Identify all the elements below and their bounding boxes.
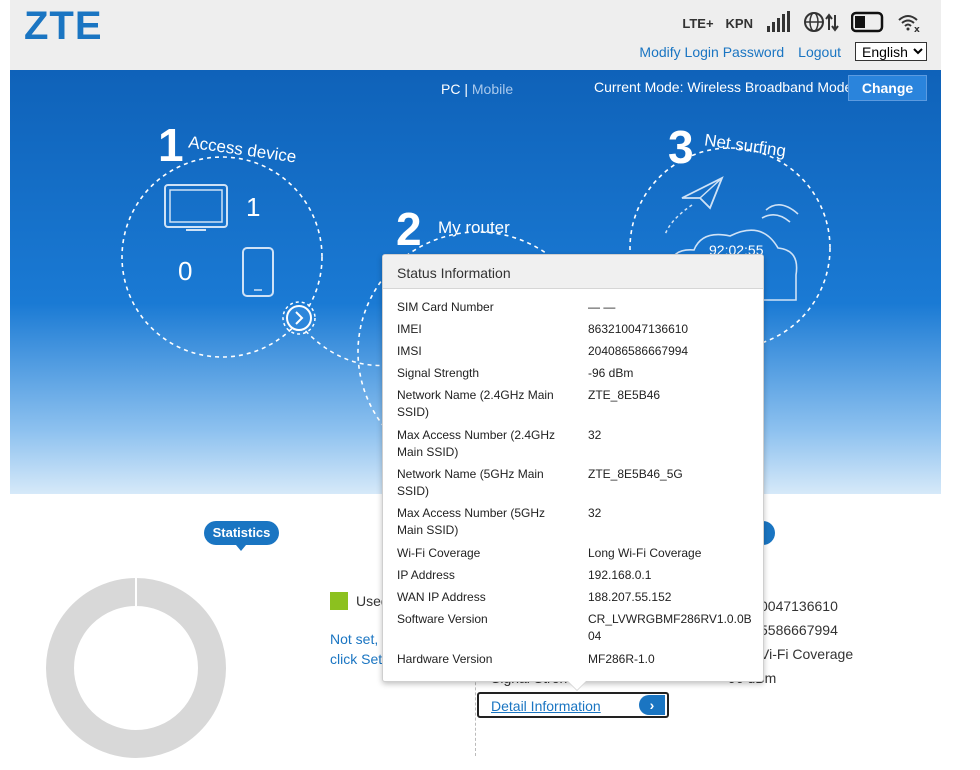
coverage-value-partial: Vi-Fi Coverage [760,646,854,662]
click-settings-link[interactable]: click Sett [330,651,386,667]
change-mode-button[interactable]: Change [848,75,927,101]
row-key: IP Address [397,568,455,582]
row-key: Max Access Number (2.4GHz Main SSID) [397,428,556,459]
used-legend-swatch [330,592,348,610]
row-value: Long Wi-Fi Coverage [588,546,702,560]
phone-icon [242,247,274,297]
row-key: Max Access Number (5GHz Main SSID) [397,506,546,537]
imei-value-partial: 0047136610 [760,598,838,614]
paper-plane-icon [664,176,724,236]
top-header: ZTE LTE+ KPN x Modify Login Password Log… [10,0,941,70]
pc-view-link[interactable]: PC [441,81,460,97]
battery-icon [850,11,885,36]
row-key: Network Name (5GHz Main SSID) [397,467,544,498]
globe-data-icon [803,10,839,37]
row-value: ZTE_8E5B46 [588,388,661,402]
row-value: — — [588,300,616,314]
detail-information-button[interactable]: Detail Information › [477,692,669,718]
row-key: IMEI [397,322,422,336]
row-value: 188.207.55.152 [588,590,672,604]
wifi-off-icon: x [897,11,921,36]
detail-information-label[interactable]: Detail Information [491,698,601,714]
data-usage-donut-chart [46,578,226,758]
row-key: Signal Strength [397,366,480,380]
statistics-caret-icon [236,545,246,551]
language-select[interactable]: English [855,42,927,61]
row-value: 863210047136610 [588,322,689,336]
row-key: Hardware Version [397,652,493,666]
row-key: Network Name (2.4GHz Main SSID) [397,388,554,419]
view-switch: PC | Mobile [441,81,513,97]
status-icons: LTE+ KPN x [682,10,921,37]
row-key: Software Version [397,612,488,626]
donut-ring [46,578,226,758]
row-value: ZTE_8E5B46_5G [588,467,683,481]
popup-caret-icon [568,681,586,690]
zte-logo: ZTE [24,4,103,48]
chevron-right-icon[interactable]: › [639,695,665,715]
status-information-popup: Status Information SIM Card Number — — I… [382,254,764,682]
step-3-number: 3 [668,121,694,173]
row-value: 32 [588,506,602,520]
signal-bars-icon [765,11,791,36]
header-links: Modify Login Password Logout English [639,42,927,61]
row-key: IMSI [397,344,422,358]
popup-title: Status Information [383,255,763,289]
statistics-badge: Statistics [204,521,279,545]
my-router-label: My router [438,218,510,237]
imsi-value-partial: 5586667994 [760,622,838,638]
current-mode-text: Current Mode: Wireless Broadband Mode [594,79,853,95]
mobile-view-link[interactable]: Mobile [472,81,513,97]
row-key: Wi-Fi Coverage [397,546,481,560]
row-key: SIM Card Number [397,300,494,314]
step-1-number: 1 [158,119,184,171]
wired-device-count: 1 [246,192,261,222]
logout-link[interactable]: Logout [798,44,841,60]
row-value: MF286R-1.0 [588,652,655,666]
svg-text:x: x [914,25,920,33]
step-2-number: 2 [396,203,422,255]
not-set-text[interactable]: Not set, [330,631,378,647]
network-type-label: LTE+ [682,16,714,31]
row-value: 204086586667994 [588,344,689,358]
row-value: 32 [588,428,602,442]
row-value: CR_LVWRGBMF286RV1.0.0B04 [588,612,752,643]
access-device-arrow-icon [282,301,316,335]
wireless-device-count: 0 [178,256,193,286]
view-separator: | [464,81,468,97]
operator-label: KPN [725,16,753,31]
row-value: -96 dBm [588,366,634,380]
row-key: WAN IP Address [397,590,486,604]
row-value: 192.168.0.1 [588,568,652,582]
monitor-icon [164,184,228,231]
modify-login-password-link[interactable]: Modify Login Password [639,44,784,60]
